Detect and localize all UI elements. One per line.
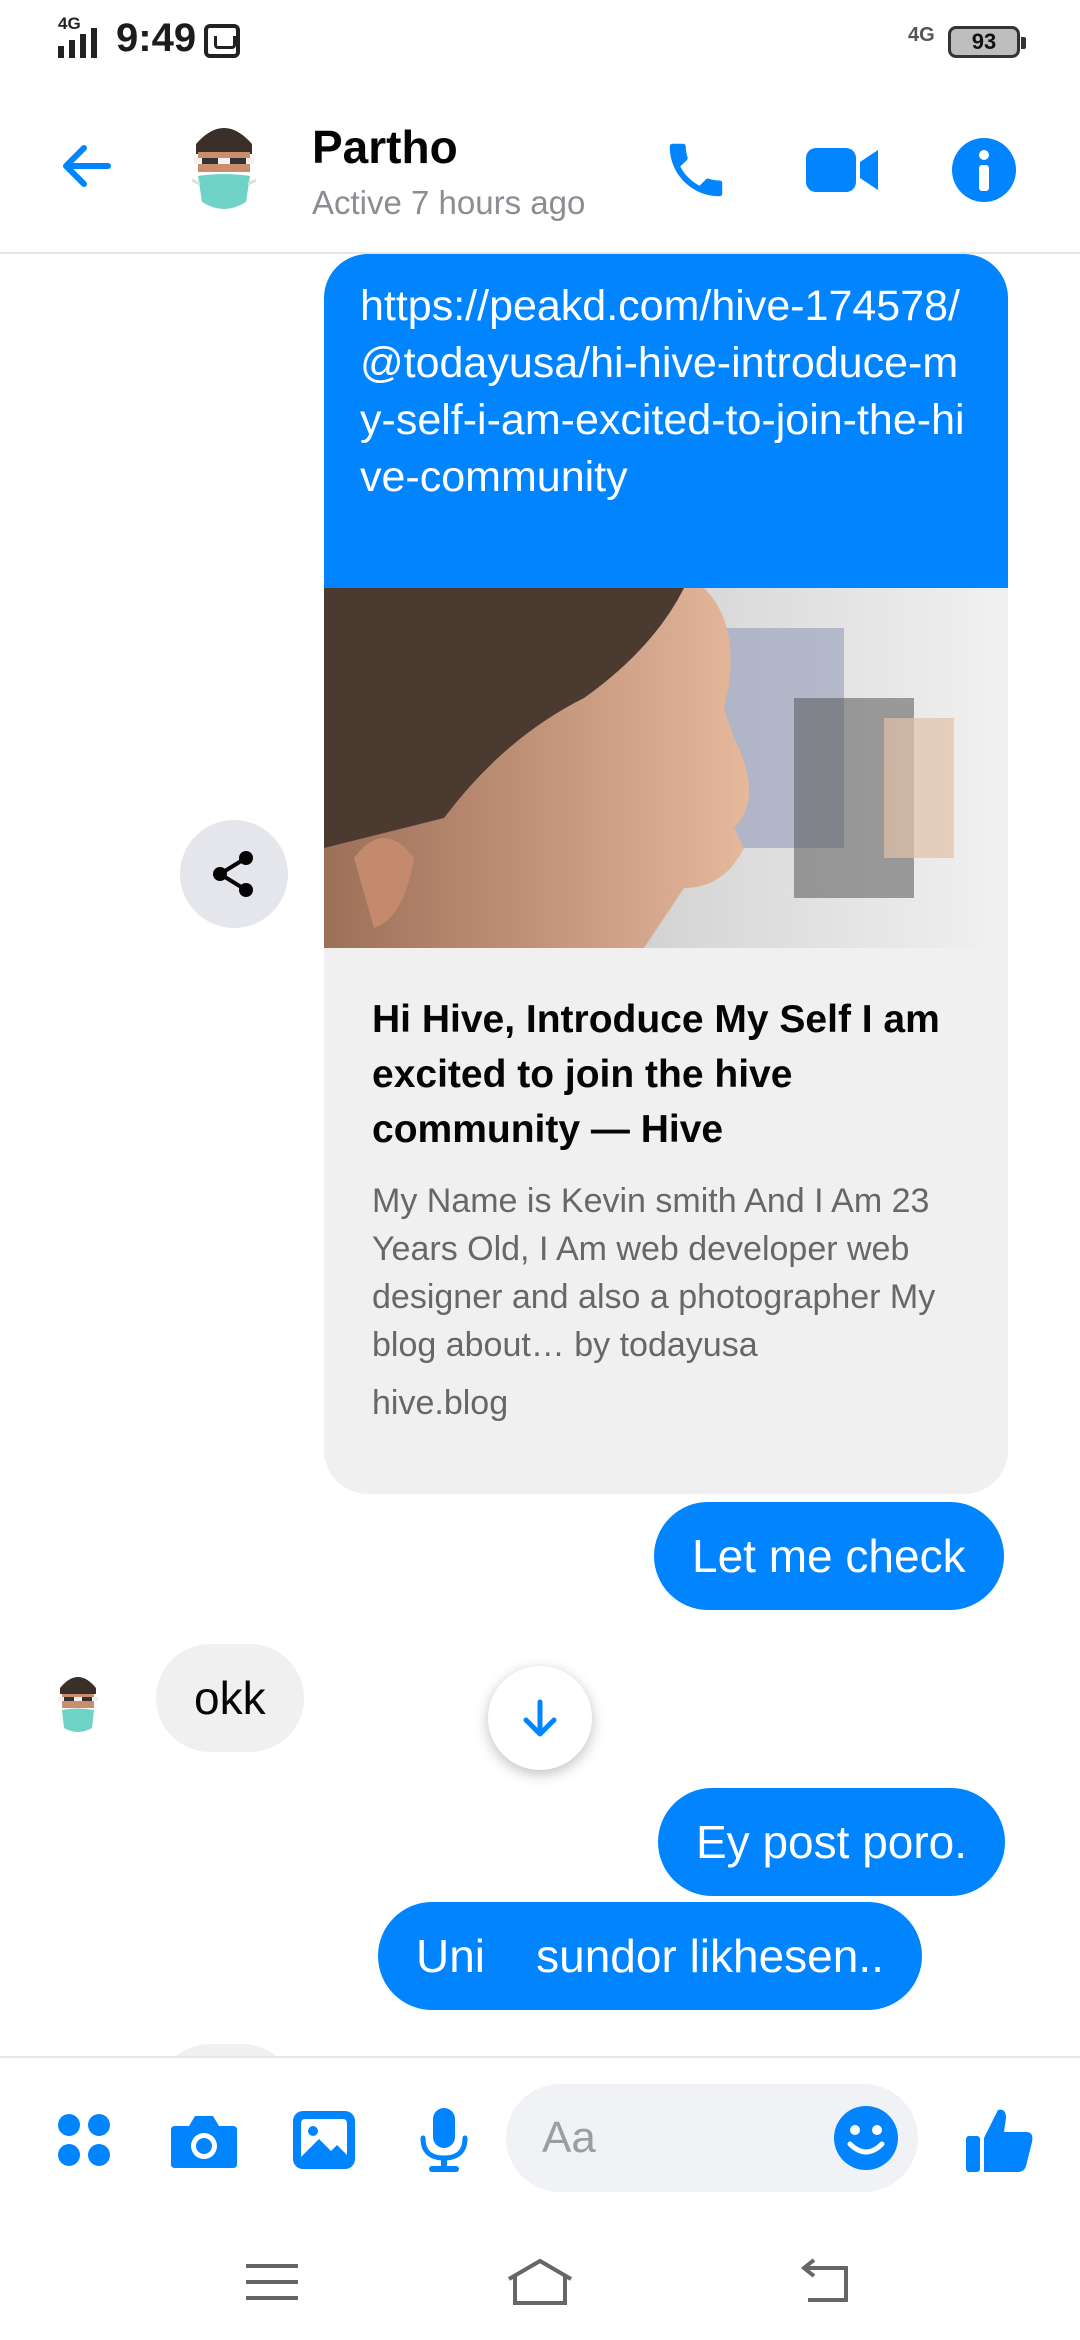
link-preview-body[interactable]: Hi Hive, Introduce My Self I am excited … bbox=[324, 948, 1008, 1427]
contact-active-status: Active 7 hours ago bbox=[312, 184, 586, 221]
system-navigation-bar bbox=[0, 2216, 1080, 2340]
message-input[interactable] bbox=[542, 2106, 802, 2170]
microphone-icon bbox=[420, 2108, 468, 2172]
share-icon bbox=[213, 851, 253, 897]
status-bar: 4G 9:49 4G 93 bbox=[0, 0, 1080, 84]
apps-icon bbox=[58, 2114, 110, 2166]
contact-avatar[interactable] bbox=[178, 114, 270, 224]
signal-icon: 4G bbox=[56, 14, 106, 62]
messenger-chat-screen: 4G 9:49 4G 93 Partho Active 7 hours ago … bbox=[0, 0, 1080, 2340]
like-button[interactable] bbox=[958, 2098, 1042, 2182]
scroll-to-bottom-button[interactable] bbox=[488, 1666, 592, 1770]
sender-avatar[interactable] bbox=[50, 1666, 106, 1746]
emoji-button[interactable] bbox=[828, 2100, 904, 2176]
voice-message-button[interactable] bbox=[402, 2098, 486, 2182]
audio-call-button[interactable] bbox=[656, 130, 736, 210]
gallery-button[interactable] bbox=[282, 2098, 366, 2182]
message-thread[interactable]: https://peakd.com/hive-174578/@todayusa/… bbox=[0, 254, 1080, 2056]
back-icon bbox=[800, 2258, 848, 2302]
message-notification-icon bbox=[204, 24, 240, 58]
system-back-button[interactable] bbox=[784, 2242, 864, 2322]
clock-time: 9:49 bbox=[116, 16, 197, 60]
home-button[interactable] bbox=[500, 2242, 580, 2322]
conversation-info-button[interactable] bbox=[944, 130, 1024, 210]
outgoing-message[interactable]: Ey post poro. bbox=[658, 1788, 1006, 1896]
incoming-message-partial[interactable] bbox=[156, 2044, 296, 2056]
gallery-icon bbox=[293, 2111, 355, 2169]
contact-name[interactable]: Partho bbox=[312, 120, 458, 174]
thumbs-up-icon bbox=[966, 2109, 1033, 2172]
menu-icon bbox=[246, 2264, 298, 2300]
link-preview-domain: hive.blog bbox=[372, 1384, 509, 1422]
link-preview-description: My Name is Kevin smith And I Am 23 Years… bbox=[372, 1182, 936, 1364]
link-preview-message[interactable]: https://peakd.com/hive-174578/@todayusa/… bbox=[324, 254, 1008, 1494]
phone-icon bbox=[669, 143, 723, 197]
video-camera-icon bbox=[806, 148, 878, 192]
battery-indicator: 93 bbox=[948, 26, 1026, 58]
back-arrow-icon bbox=[63, 145, 111, 187]
recent-apps-button[interactable] bbox=[232, 2242, 312, 2322]
home-icon bbox=[507, 2258, 573, 2305]
share-button[interactable] bbox=[180, 820, 288, 928]
emoji-icon bbox=[834, 2106, 898, 2170]
camera-icon bbox=[171, 2116, 237, 2168]
link-url-text[interactable]: https://peakd.com/hive-174578/@todayusa/… bbox=[324, 254, 1008, 588]
link-preview-title: Hi Hive, Introduce My Self I am excited … bbox=[372, 998, 940, 1151]
camera-button[interactable] bbox=[162, 2098, 246, 2182]
incoming-message[interactable]: okk bbox=[156, 1644, 304, 1752]
link-preview-image[interactable] bbox=[324, 588, 1008, 948]
back-button[interactable] bbox=[46, 126, 126, 206]
outgoing-message[interactable]: Uni sundor likhesen.. bbox=[378, 1902, 922, 2010]
network-type-right: 4G bbox=[908, 24, 935, 46]
more-actions-button[interactable] bbox=[42, 2098, 126, 2182]
outgoing-message[interactable]: Let me check bbox=[654, 1502, 1004, 1610]
message-input-field[interactable] bbox=[506, 2084, 918, 2192]
info-icon bbox=[952, 138, 1016, 202]
chat-header: Partho Active 7 hours ago bbox=[0, 84, 1080, 254]
message-composer bbox=[0, 2056, 1080, 2216]
arrow-down-icon bbox=[523, 1699, 557, 1737]
video-call-button[interactable] bbox=[802, 130, 882, 210]
